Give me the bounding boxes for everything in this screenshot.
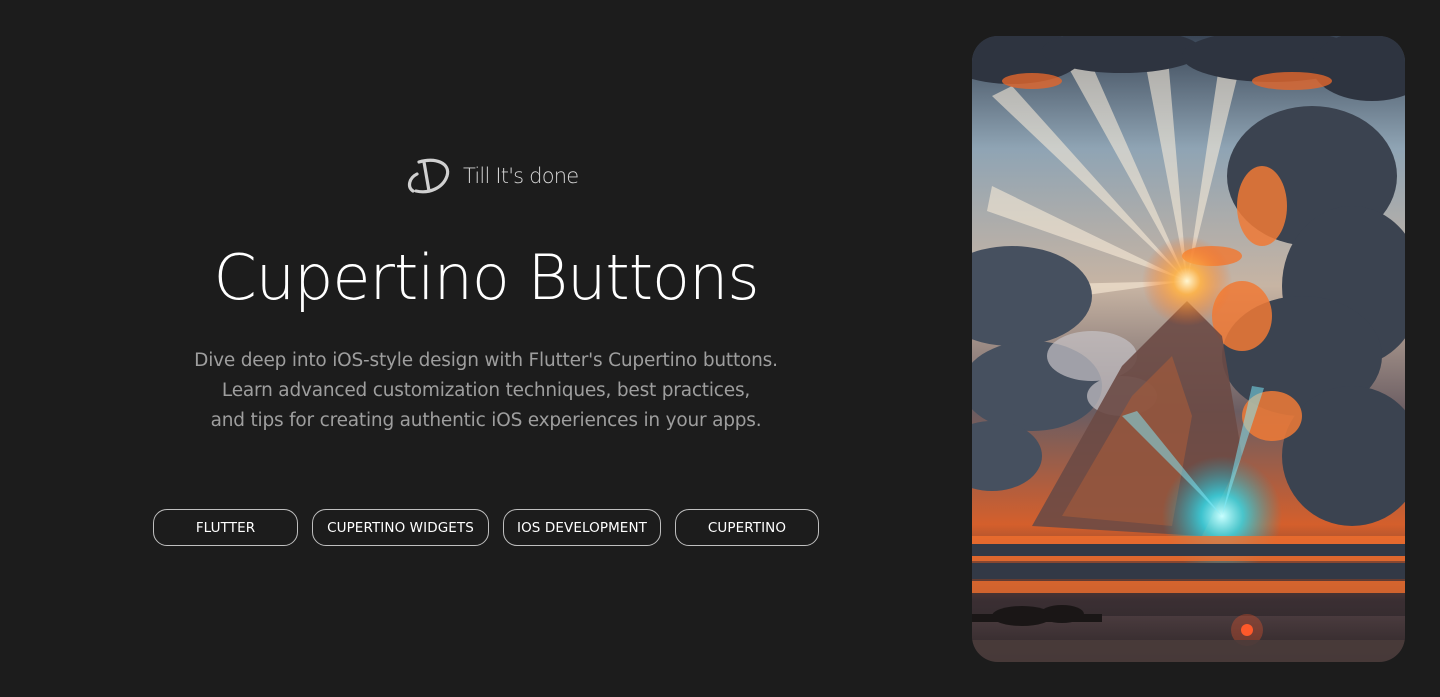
brand-name: Till It's done <box>463 164 579 188</box>
tag-flutter[interactable]: FLUTTER <box>153 509 298 546</box>
description-line: and tips for creating authentic iOS expe… <box>210 410 762 431</box>
tag-cupertino-widgets[interactable]: CUPERTINO WIDGETS <box>312 509 489 546</box>
tag-ios-development[interactable]: IOS DEVELOPMENT <box>503 509 661 546</box>
page-title: Cupertino Buttons <box>213 241 759 314</box>
description-line: Dive deep into iOS-style design with Flu… <box>194 350 778 371</box>
sunset-clouds-image <box>972 36 1405 662</box>
description-line: Learn advanced customization techniques,… <box>221 380 751 401</box>
page-description: Dive deep into iOS-style design with Flu… <box>130 346 842 436</box>
hero-image <box>972 36 1405 662</box>
tag-cupertino[interactable]: CUPERTINO <box>675 509 819 546</box>
brand[interactable]: Till It's done <box>403 154 579 198</box>
brand-logo-icon <box>407 158 450 194</box>
article-hero: Till It's done Cupertino Buttons Dive de… <box>0 0 1440 697</box>
